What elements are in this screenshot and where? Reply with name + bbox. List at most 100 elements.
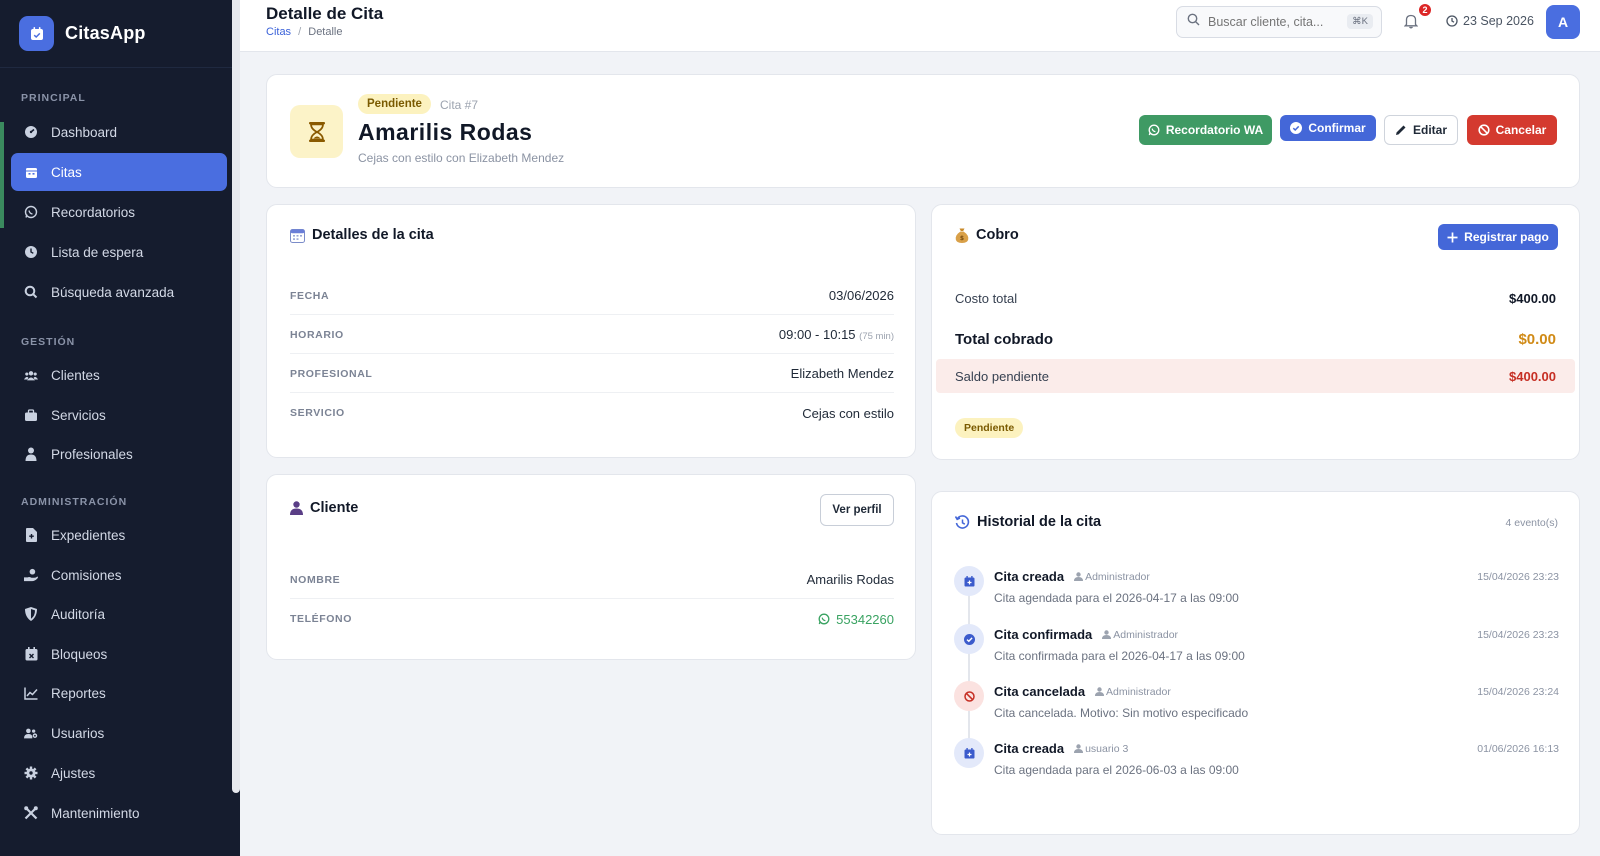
sidebar-item-clientes[interactable]: Clientes: [11, 356, 227, 394]
confirm-button[interactable]: Confirmar: [1280, 115, 1376, 141]
event-user-name: Administrador: [1085, 570, 1150, 583]
sidebar-item-expedientes[interactable]: Expedientes: [11, 516, 227, 554]
event-user-name: Administrador: [1106, 685, 1171, 698]
search-shortcut: ⌘K: [1347, 14, 1373, 29]
sidebar-item-mantenimiento[interactable]: Mantenimiento: [11, 794, 227, 832]
sidebar-item-label: Comisiones: [51, 567, 122, 583]
topbar: Detalle de Cita Citas / Detalle ⌘K 2 23 …: [240, 0, 1600, 52]
register-payment-label: Registrar pago: [1464, 230, 1549, 244]
sidebar-item-recordatorios[interactable]: Recordatorios: [11, 193, 227, 231]
event-time: 15/04/2026 23:23: [1477, 629, 1559, 641]
user-tie-icon: [24, 447, 38, 461]
sidebar-item-label: Recordatorios: [51, 204, 136, 220]
client-title-text: Cliente: [310, 500, 359, 516]
event-title: Cita creada Administrador: [994, 569, 1150, 584]
user-icon: [290, 501, 303, 515]
details-title-text: Detalles de la cita: [312, 227, 434, 243]
event-user: Administrador: [1102, 629, 1178, 641]
sidebar-item-comisiones[interactable]: Comisiones: [11, 556, 227, 594]
status-badge: Pendiente: [358, 94, 431, 114]
brand[interactable]: CitasApp: [0, 0, 240, 68]
event-title-text: Cita cancelada: [994, 684, 1086, 699]
payment-row-total: Costo total $400.00: [936, 281, 1575, 315]
client-card: Cliente Ver perfil NOMBRE Amarilis Rodas…: [266, 474, 916, 660]
sidebar-item-auditoria[interactable]: Auditoría: [11, 595, 227, 633]
payment-amount: $400.00: [1509, 290, 1556, 306]
page-title: Detalle de Cita: [266, 4, 384, 23]
search-box[interactable]: ⌘K: [1176, 6, 1382, 38]
money-bag-icon: $: [955, 228, 969, 243]
event-user-name: usuario 3: [1085, 742, 1129, 755]
payment-amount: $0.00: [1518, 330, 1556, 348]
payment-label: Saldo pendiente: [955, 368, 1049, 384]
event-title-text: Cita confirmada: [994, 627, 1093, 642]
client-row-telefono: TELÉFONO 55342260: [290, 600, 894, 638]
sidebar-item-busqueda[interactable]: Búsqueda avanzada: [11, 273, 227, 311]
calendar-icon: [290, 228, 305, 243]
history-card: Historial de la cita 4 evento(s) Cita cr…: [931, 491, 1580, 835]
sidebar: CitasApp PRINCIPAL Dashboard Citas Recor…: [0, 0, 240, 856]
sidebar-item-profesionales[interactable]: Profesionales: [11, 435, 227, 473]
nav-section-principal: PRINCIPAL: [21, 92, 86, 104]
sidebar-item-reportes[interactable]: Reportes: [11, 674, 227, 712]
event-title-text: Cita creada: [994, 741, 1065, 756]
history-event: Cita confirmada Administrador 15/04/2026 …: [954, 624, 1559, 670]
payment-card: $ Cobro Registrar pago Costo total $400.…: [931, 204, 1580, 460]
nav-section-gestion: GESTIÓN: [21, 336, 76, 348]
detail-label: SERVICIO: [290, 407, 345, 419]
sidebar-item-dashboard[interactable]: Dashboard: [11, 113, 227, 151]
whatsapp-icon: [818, 613, 830, 625]
detail-row-servicio: SERVICIO Cejas con estilo: [290, 394, 894, 432]
breadcrumb-citas-link[interactable]: Citas: [266, 26, 291, 38]
clock-icon: [24, 245, 38, 259]
bell-icon[interactable]: [1403, 13, 1420, 29]
user-icon: [1074, 744, 1084, 753]
register-payment-button[interactable]: Registrar pago: [1438, 224, 1558, 250]
client-value: Amarilis Rodas: [806, 572, 894, 587]
breadcrumb-separator: /: [298, 26, 302, 38]
event-user-name: Administrador: [1113, 628, 1179, 641]
nav-section-administracion: ADMINISTRACIÓN: [21, 496, 128, 508]
sidebar-item-label: Bloqueos: [51, 646, 108, 662]
sidebar-item-servicios[interactable]: Servicios: [11, 396, 227, 434]
sidebar-item-label: Clientes: [51, 367, 100, 383]
avatar[interactable]: A: [1546, 5, 1580, 39]
event-description: Cita agendada para el 2026-06-03 a las 0…: [994, 763, 1239, 777]
event-time: 15/04/2026 23:23: [1477, 571, 1559, 583]
breadcrumb: Citas / Detalle: [266, 26, 343, 38]
hand-coin-icon: [24, 568, 38, 582]
whatsapp-icon: [24, 205, 38, 219]
file-medical-icon: [24, 528, 38, 542]
view-profile-button[interactable]: Ver perfil: [820, 494, 894, 526]
client-label: NOMBRE: [290, 573, 341, 586]
app-name: CitasApp: [65, 23, 146, 43]
payment-title-text: Cobro: [976, 227, 1019, 243]
edit-button[interactable]: Editar: [1384, 115, 1458, 145]
calendar-icon: [24, 165, 38, 179]
sidebar-item-ajustes[interactable]: Ajustes: [11, 754, 227, 792]
phone-link[interactable]: 55342260: [818, 612, 894, 627]
whatsapp-reminder-button[interactable]: Recordatorio WA: [1139, 115, 1272, 145]
sidebar-item-citas[interactable]: Citas: [11, 153, 227, 191]
hourglass-icon: [290, 105, 343, 158]
search-icon: [1187, 13, 1200, 31]
sidebar-item-usuarios[interactable]: Usuarios: [11, 714, 227, 752]
event-title-text: Cita creada: [994, 569, 1065, 584]
sidebar-item-label: Citas: [51, 164, 82, 180]
history-title-text: Historial de la cita: [977, 514, 1102, 530]
search-input[interactable]: [1208, 15, 1348, 29]
cancel-button[interactable]: Cancelar: [1467, 115, 1557, 145]
payment-label: Total cobrado: [955, 330, 1054, 348]
sidebar-item-bloqueos[interactable]: Bloqueos: [11, 635, 227, 673]
sidebar-item-label: Usuarios: [51, 725, 105, 741]
client-card-title: Cliente: [290, 500, 358, 516]
sidebar-item-label: Búsqueda avanzada: [51, 284, 175, 300]
sidebar-item-label: Servicios: [51, 407, 106, 423]
payment-card-title: $ Cobro: [955, 227, 1019, 243]
check-circle-icon: [1290, 122, 1303, 134]
user-icon: [1102, 630, 1112, 639]
payment-label: Costo total: [955, 290, 1018, 306]
sidebar-scrollbar[interactable]: [232, 0, 240, 793]
payment-row-due: Saldo pendiente $400.00: [936, 359, 1575, 393]
sidebar-item-lista-espera[interactable]: Lista de espera: [11, 233, 227, 271]
